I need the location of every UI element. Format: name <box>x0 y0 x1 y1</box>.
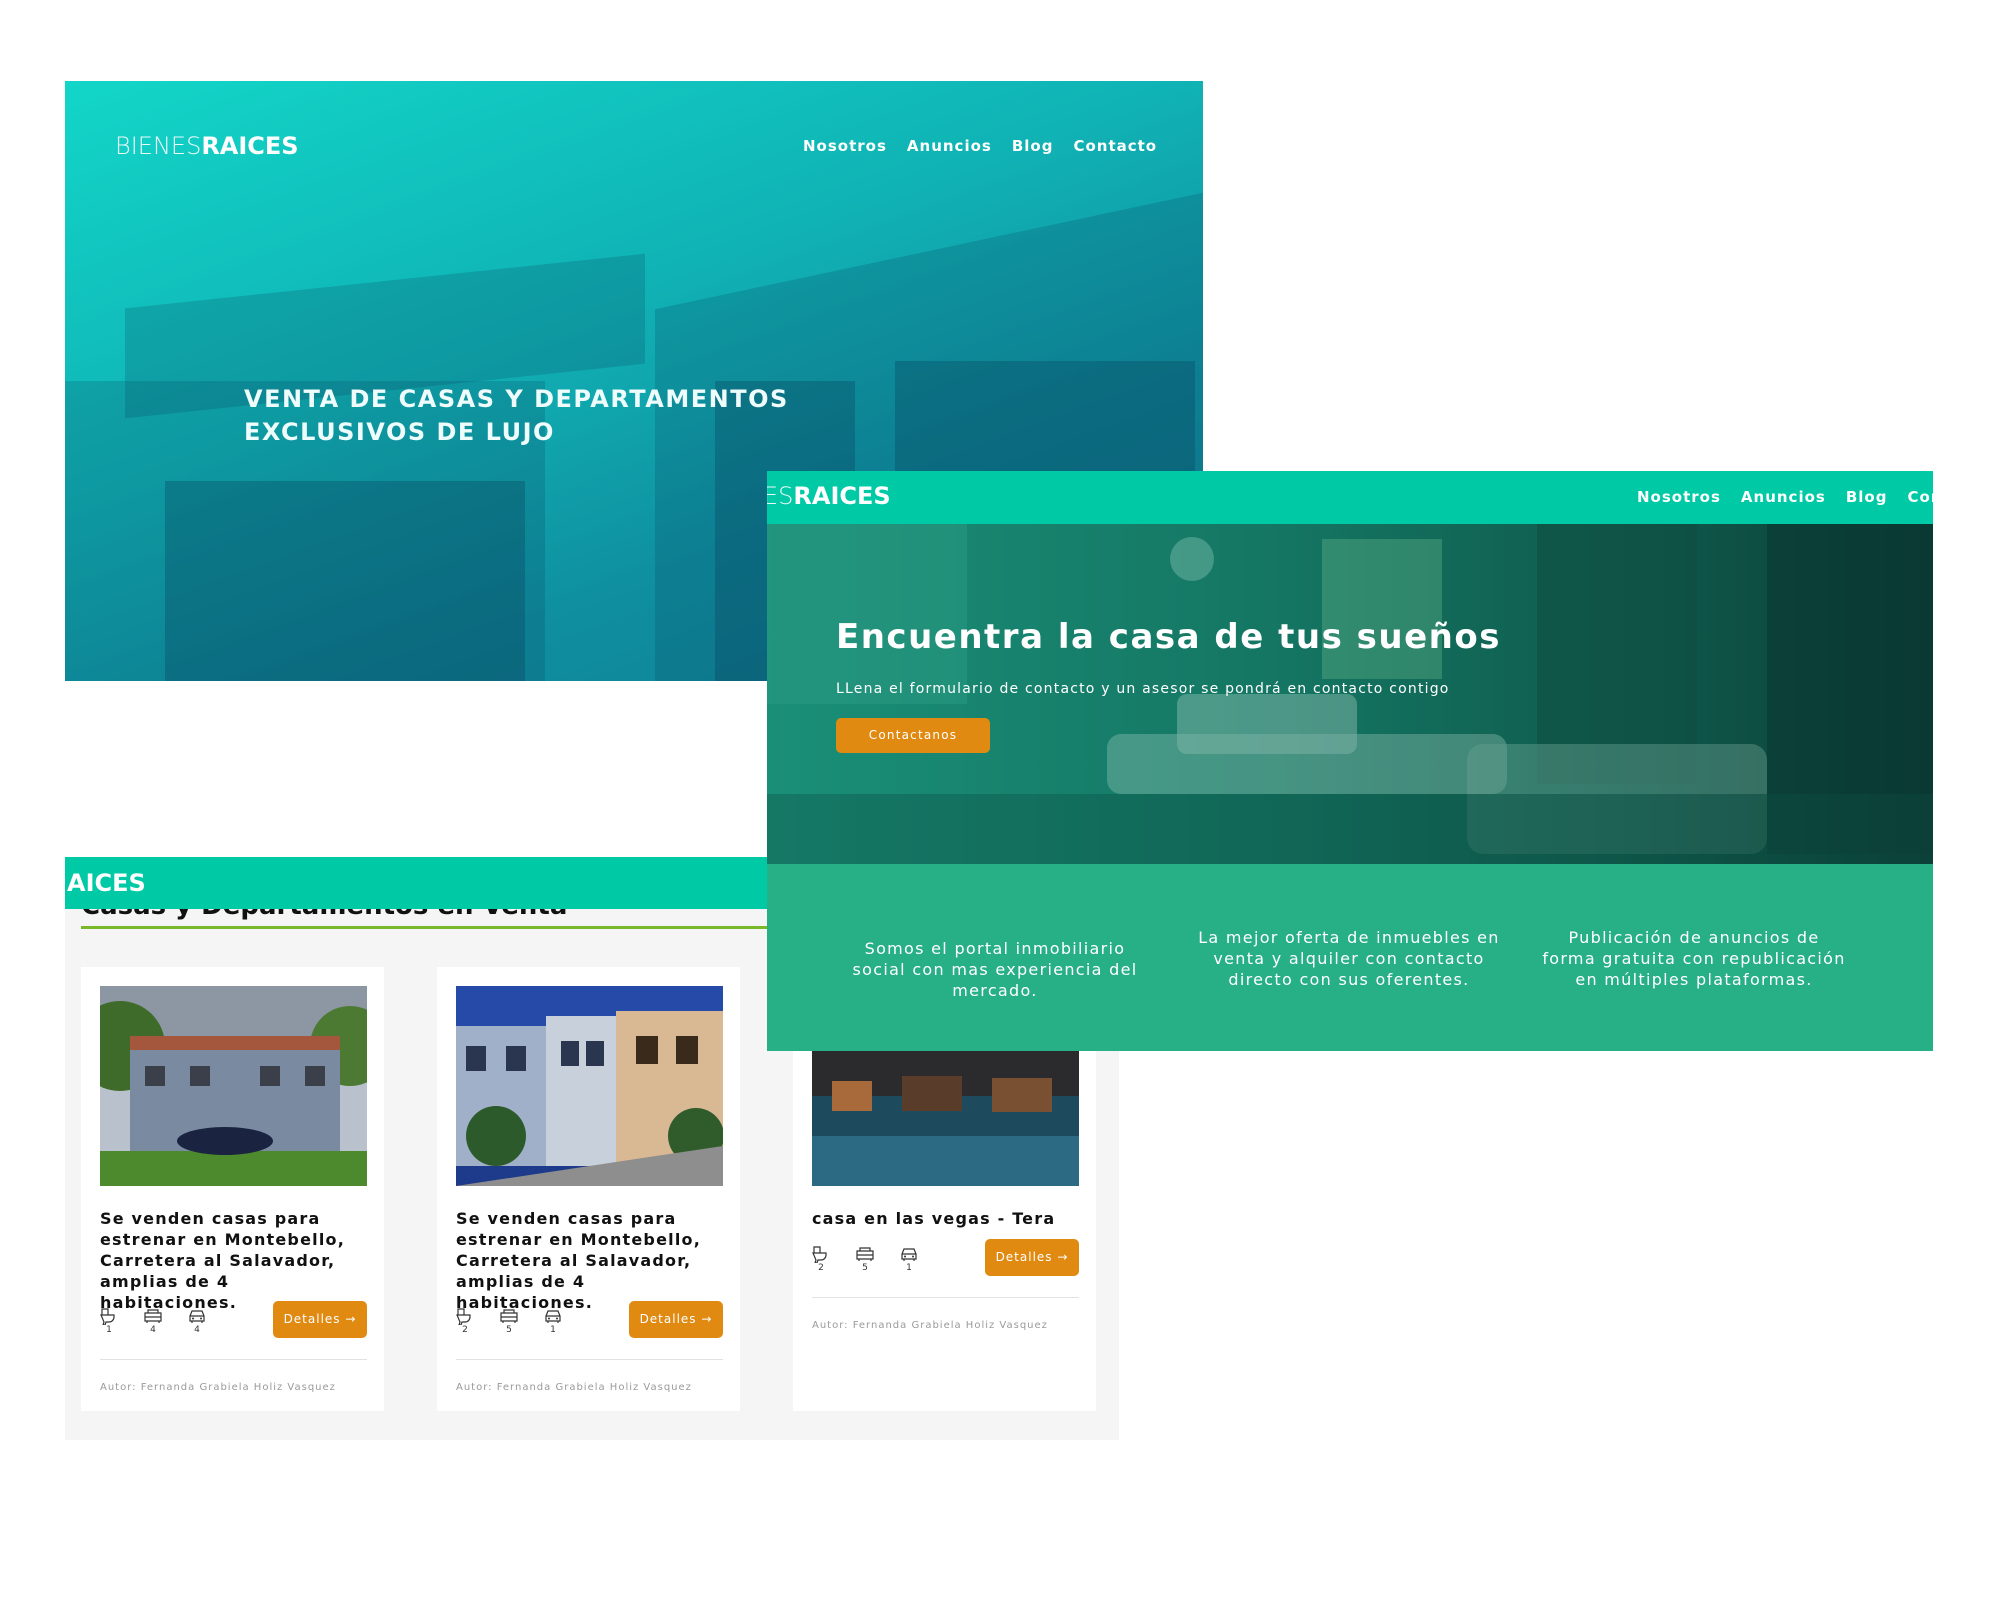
feature-baths: 2 <box>810 1245 832 1273</box>
nav-blog[interactable]: Blog <box>1012 137 1054 155</box>
bed-icon <box>856 1247 874 1261</box>
nav-contacto[interactable]: Contacto <box>1073 137 1157 155</box>
feature-rooms: 4 <box>142 1307 164 1335</box>
card-divider <box>456 1359 723 1360</box>
feature-text: Somos el portal inmobiliario social con … <box>852 939 1138 1000</box>
details-button[interactable]: Detalles → <box>273 1301 367 1338</box>
property-image <box>100 986 367 1186</box>
parking-count: 1 <box>550 1325 556 1335</box>
toilet-icon <box>456 1308 471 1325</box>
card-author: Autor: Fernanda Grabiela Holiz Vasquez <box>456 1382 692 1393</box>
logo-thin-text: BIENES <box>115 132 202 160</box>
main-nav: Nosotros Anuncios Blog Cont <box>1637 488 1933 506</box>
rooms-count: 5 <box>862 1263 868 1273</box>
hero-subtitle: LLena el formulario de contacto y un ase… <box>836 681 1450 697</box>
nav-nosotros[interactable]: Nosotros <box>1637 488 1721 506</box>
toilet-icon <box>812 1246 827 1263</box>
title-underline <box>81 926 841 929</box>
property-features: 2 5 1 <box>454 1307 564 1335</box>
car-icon <box>545 1310 561 1323</box>
nav-anuncios[interactable]: Anuncios <box>1741 488 1826 506</box>
baths-count: 2 <box>462 1325 468 1335</box>
property-title: Se venden casas para estrenar en Montebe… <box>100 1209 345 1312</box>
feature-parking: 1 <box>898 1245 920 1273</box>
property-title: casa en las vegas - Tera <box>812 1209 1056 1228</box>
building-window <box>165 481 525 681</box>
site-logo[interactable]: BIENESRAICES <box>115 132 299 160</box>
rooms-count: 4 <box>150 1325 156 1335</box>
nav-contacto[interactable]: Cont <box>1907 488 1933 506</box>
property-image <box>456 986 723 1186</box>
main-nav: Nosotros Anuncios Blog Contacto <box>803 137 1157 155</box>
nav-anuncios[interactable]: Anuncios <box>907 137 992 155</box>
logo-bold-text: RAICES <box>793 482 891 510</box>
hero-headline-line-2: EXCLUSIVOS DE LUJO <box>244 418 555 446</box>
property-title: Se venden casas para estrenar en Montebe… <box>456 1209 701 1312</box>
card-divider <box>812 1297 1079 1298</box>
card-divider <box>100 1359 367 1360</box>
feature-text: La mejor oferta de inmuebles en venta y … <box>1198 928 1500 989</box>
feature-baths: 1 <box>98 1307 120 1335</box>
property-features: 2 5 1 <box>810 1245 920 1273</box>
feature-rooms: 5 <box>854 1245 876 1273</box>
logo-bold-text: RAICES <box>201 132 299 160</box>
property-features: 1 4 4 <box>98 1307 208 1335</box>
feature-parking: 4 <box>186 1307 208 1335</box>
details-button[interactable]: Detalles → <box>629 1301 723 1338</box>
card-author: Autor: Fernanda Grabiela Holiz Vasquez <box>812 1320 1048 1331</box>
feature-baths: 2 <box>454 1307 476 1335</box>
bed-icon <box>144 1309 162 1323</box>
bed-icon <box>500 1309 518 1323</box>
baths-count: 2 <box>818 1263 824 1273</box>
hero-title: Encuentra la casa de tus sueños <box>836 617 1501 657</box>
car-icon <box>901 1248 917 1261</box>
parking-count: 4 <box>194 1325 200 1335</box>
nav-blog[interactable]: Blog <box>1846 488 1888 506</box>
details-button[interactable]: Detalles → <box>985 1239 1079 1276</box>
site-logo-partial[interactable]: AICES <box>67 869 146 897</box>
hero-headline: VENTA DE CASAS Y DEPARTAMENTOS EXCLUSIVO… <box>244 383 789 449</box>
car-icon <box>189 1310 205 1323</box>
front-screenshot: ESRAICES Nosotros Anuncios Blog Cont Enc… <box>767 471 1933 1051</box>
parking-count: 1 <box>906 1263 912 1273</box>
baths-count: 1 <box>106 1325 112 1335</box>
feature-text: Publicación de anuncios de forma gratuit… <box>1542 928 1846 989</box>
feature-parking: 1 <box>542 1307 564 1335</box>
rooms-count: 5 <box>506 1325 512 1335</box>
hero-headline-line-1: VENTA DE CASAS Y DEPARTAMENTOS <box>244 385 789 413</box>
logo-thin-text: ES <box>767 482 794 510</box>
property-card: Se venden casas para estrenar en Montebe… <box>81 967 384 1411</box>
card-author: Autor: Fernanda Grabiela Holiz Vasquez <box>100 1382 336 1393</box>
contact-button[interactable]: Contactanos <box>836 718 990 753</box>
toilet-icon <box>100 1308 115 1325</box>
feature-rooms: 5 <box>498 1307 520 1335</box>
nav-nosotros[interactable]: Nosotros <box>803 137 887 155</box>
property-card: Se venden casas para estrenar en Montebe… <box>437 967 740 1411</box>
site-logo-partial[interactable]: ESRAICES <box>767 482 891 510</box>
